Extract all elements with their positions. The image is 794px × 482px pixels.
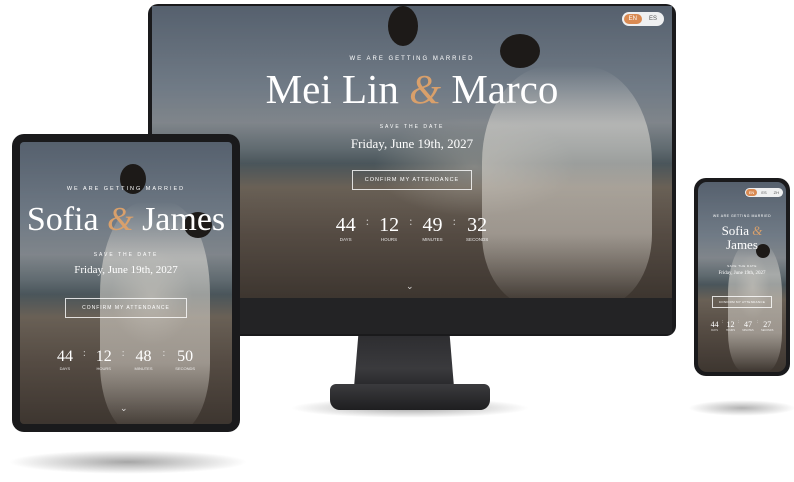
countdown-value: 12 xyxy=(726,320,735,329)
phone-shadow xyxy=(688,400,794,416)
countdown-label: Seconds xyxy=(761,329,774,332)
eyebrow-text: We are getting married xyxy=(66,186,186,192)
countdown-separator: : xyxy=(756,320,759,325)
countdown-value: 44 xyxy=(56,348,73,365)
countdown-seconds: 32 Seconds xyxy=(466,214,488,242)
wedding-date: Friday, June 19th, 2027 xyxy=(74,264,178,276)
name-second: James xyxy=(726,237,758,252)
countdown-separator: : xyxy=(409,214,413,228)
countdown-label: Days xyxy=(339,237,352,242)
countdown-hours: 12 Hours xyxy=(379,214,399,242)
countdown-days: 44 Days xyxy=(336,214,356,242)
countdown-label: Minutes xyxy=(422,237,443,242)
ampersand: & xyxy=(409,66,442,112)
countdown-minutes: 47 Minutes xyxy=(742,320,753,332)
save-the-date: Save the date xyxy=(379,124,445,130)
language-switcher[interactable]: EN ES xyxy=(621,12,664,26)
countdown-separator: : xyxy=(82,348,86,359)
save-the-date: Save the date xyxy=(727,264,757,268)
lang-option-es[interactable]: ES xyxy=(644,14,662,24)
countdown-separator: : xyxy=(738,320,740,325)
countdown-seconds: 50 Seconds xyxy=(175,348,195,371)
name-second: Marco xyxy=(451,66,559,112)
tablet-shadow xyxy=(8,450,248,474)
monitor-stand-base xyxy=(330,384,490,410)
name-first: Mei Lin xyxy=(265,66,399,112)
countdown-label: Days xyxy=(711,329,718,332)
eyebrow-text: We are getting married xyxy=(349,56,475,62)
language-switcher[interactable]: EN ES ZH xyxy=(744,188,783,197)
name-first: Sofia xyxy=(721,223,750,238)
confirm-attendance-button[interactable]: Confirm my attendance xyxy=(351,170,473,190)
countdown-value: 44 xyxy=(710,320,719,329)
countdown-value: 44 xyxy=(335,214,356,236)
countdown-value: 12 xyxy=(95,348,112,365)
ampersand: & xyxy=(107,201,134,238)
confirm-attendance-button[interactable]: Confirm my attendance xyxy=(711,296,773,308)
countdown-value: 32 xyxy=(467,214,488,236)
eyebrow-text: We are getting married xyxy=(712,214,772,218)
chevron-down-icon[interactable]: ⌄ xyxy=(406,282,414,292)
countdown-label: Hours xyxy=(96,366,111,371)
countdown-separator: : xyxy=(721,320,723,325)
lang-option-en[interactable]: EN xyxy=(623,14,642,24)
countdown: 44 Days : 12 Hours : 47 Minutes : 27 Sec… xyxy=(698,320,786,332)
countdown-separator: : xyxy=(121,348,125,359)
countdown-minutes: 49 Minutes xyxy=(422,214,442,242)
phone-screen: EN ES ZH We are getting married Sofia & … xyxy=(698,182,786,372)
countdown-value: 50 xyxy=(177,348,194,365)
countdown-label: Minutes xyxy=(742,329,754,332)
save-the-date: Save the date xyxy=(93,252,159,258)
countdown-value: 48 xyxy=(135,348,152,365)
phone-hero: We are getting married Sofia & James Sav… xyxy=(698,182,786,372)
confirm-attendance-button[interactable]: Confirm my attendance xyxy=(65,298,187,318)
lang-option-en[interactable]: EN xyxy=(745,189,758,196)
countdown-separator: : xyxy=(365,214,370,228)
countdown-label: Hours xyxy=(380,237,398,242)
countdown-label: Days xyxy=(59,366,71,371)
ampersand: & xyxy=(752,223,763,238)
countdown-seconds: 27 Seconds xyxy=(761,320,773,332)
lang-option-es[interactable]: ES xyxy=(758,189,769,196)
countdown-value: 47 xyxy=(744,320,753,329)
countdown-value: 27 xyxy=(763,320,772,329)
countdown-separator: : xyxy=(162,348,166,359)
wedding-date: Friday, June 19th, 2027 xyxy=(718,271,766,276)
countdown-days: 44 Days xyxy=(57,348,73,371)
chevron-down-icon[interactable]: ⌄ xyxy=(120,404,128,414)
name-first: Sofia xyxy=(26,201,99,238)
countdown-label: Seconds xyxy=(175,366,196,371)
tablet-hero: We are getting married Sofia & James Sav… xyxy=(20,142,232,424)
countdown-value: 12 xyxy=(379,214,400,236)
countdown-label: Seconds xyxy=(466,237,489,242)
tablet-screen: We are getting married Sofia & James Sav… xyxy=(20,142,232,424)
countdown-label: Hours xyxy=(725,329,735,332)
couple-names: Sofia & James xyxy=(698,224,786,252)
countdown-value: 49 xyxy=(422,214,443,236)
countdown-days: 44 Days xyxy=(711,320,719,332)
couple-names: Sofia & James xyxy=(20,200,232,240)
countdown-label: Minutes xyxy=(134,366,153,371)
name-second: James xyxy=(142,201,226,238)
lang-option-zh[interactable]: ZH xyxy=(771,189,782,196)
countdown-hours: 12 Hours xyxy=(726,320,735,332)
countdown-minutes: 48 Minutes xyxy=(135,348,153,371)
countdown-hours: 12 Hours xyxy=(96,348,112,371)
countdown: 44 Days : 12 Hours : 48 Minutes : 50 Sec… xyxy=(20,348,232,371)
countdown-separator: : xyxy=(452,214,456,228)
couple-names: Mei Lin & Marco xyxy=(152,66,672,112)
